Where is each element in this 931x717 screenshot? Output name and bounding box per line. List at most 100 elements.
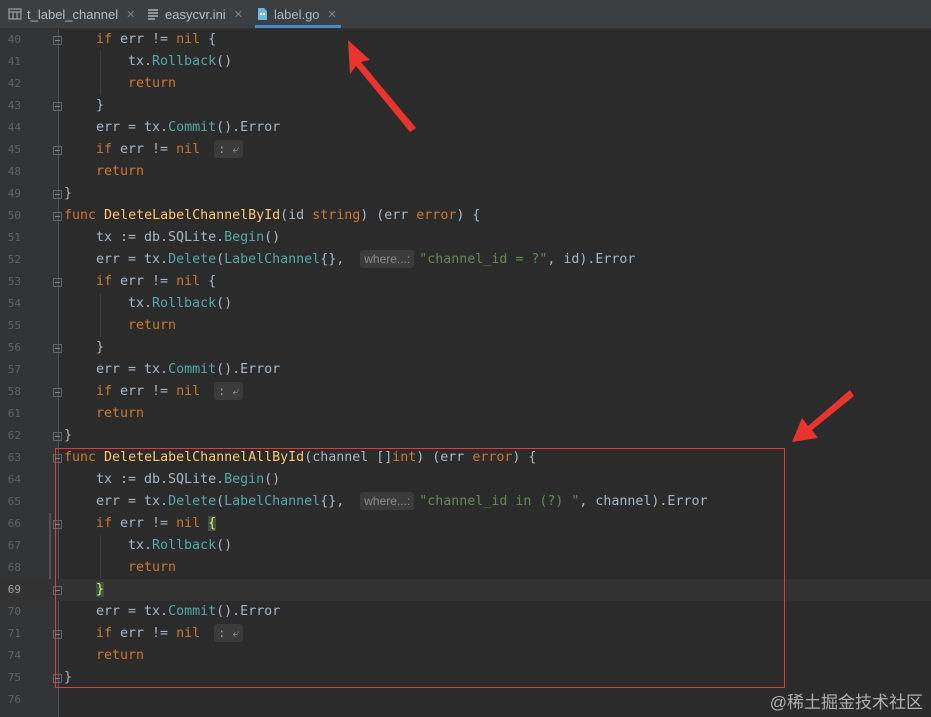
code-line[interactable]: 50 func DeleteLabelChannelById(id string)…	[0, 205, 931, 227]
tab-label: label.go	[274, 6, 320, 22]
fold-toggle-icon[interactable]	[53, 36, 62, 45]
close-icon[interactable]: ✕	[126, 8, 135, 21]
tab-easycvr-ini[interactable]: easycvr.ini ✕	[146, 0, 243, 28]
line-number: 61	[7, 407, 21, 420]
line-number: 48	[7, 165, 21, 178]
code-text: return	[96, 164, 145, 179]
code-line[interactable]: 48 return	[0, 161, 931, 183]
line-number: 42	[7, 77, 21, 90]
fold-toggle-icon[interactable]	[53, 520, 62, 529]
annotation-arrow-icon	[792, 390, 854, 442]
code-text: err = tx.Commit().Error	[96, 120, 281, 135]
line-number: 66	[7, 517, 21, 530]
code-line[interactable]: 57 err = tx.Commit().Error	[0, 359, 931, 381]
table-icon	[8, 7, 22, 21]
line-number: 44	[7, 121, 21, 134]
code-line[interactable]: 55 return	[0, 315, 931, 337]
fold-toggle-icon[interactable]	[53, 102, 62, 111]
code-line[interactable]: 52 err = tx.Delete(LabelChannel{}, where.…	[0, 249, 931, 271]
code-text: }	[64, 186, 73, 201]
code-text: if err != nil : ⤶	[96, 381, 244, 403]
annotation-arrow-icon	[348, 40, 416, 132]
line-number: 50	[7, 209, 21, 222]
annotation-highlight-box	[55, 448, 785, 688]
line-number: 62	[7, 429, 21, 442]
line-number: 74	[7, 649, 21, 662]
line-number: 68	[7, 561, 21, 574]
code-line[interactable]: 41 tx.Rollback()	[0, 51, 931, 73]
line-number: 75	[7, 671, 21, 684]
tab-t-label-channel[interactable]: t_label_channel ✕	[8, 0, 135, 28]
tab-label-go[interactable]: label.go ✕	[255, 0, 341, 28]
code-line[interactable]: 44 err = tx.Commit().Error	[0, 117, 931, 139]
line-number: 52	[7, 253, 21, 266]
code-text: tx := db.SQLite.Begin()	[96, 230, 281, 245]
fold-toggle-icon[interactable]	[53, 344, 62, 353]
code-line[interactable]: 53 if err != nil {	[0, 271, 931, 293]
line-number: 57	[7, 363, 21, 376]
line-number: 55	[7, 319, 21, 332]
vcs-change-marker[interactable]	[49, 513, 51, 579]
code-text: }	[96, 340, 105, 355]
fold-toggle-icon[interactable]	[53, 630, 62, 639]
fold-toggle-icon[interactable]	[53, 212, 62, 221]
code-line[interactable]: 45 if err != nil : ⤶	[0, 139, 931, 161]
indent-guide	[100, 535, 101, 579]
code-text: return	[128, 318, 177, 333]
code-line[interactable]: 42 return	[0, 73, 931, 95]
line-number: 69	[7, 583, 21, 596]
fold-toggle-icon[interactable]	[53, 454, 62, 463]
code-line[interactable]: 54 tx.Rollback()	[0, 293, 931, 315]
code-text: if err != nil {	[96, 274, 217, 289]
code-text: tx.Rollback()	[128, 296, 233, 311]
code-line[interactable]: 49}	[0, 183, 931, 205]
line-number: 54	[7, 297, 21, 310]
fold-toggle-icon[interactable]	[53, 278, 62, 287]
active-tab-indicator	[255, 25, 341, 28]
fold-toggle-icon[interactable]	[53, 146, 62, 155]
code-text: if err != nil : ⤶	[96, 139, 244, 161]
line-number: 76	[7, 693, 21, 706]
line-number: 43	[7, 99, 21, 112]
code-text: tx.Rollback()	[128, 54, 233, 69]
line-number: 58	[7, 385, 21, 398]
ini-file-icon	[146, 7, 160, 21]
fold-toggle-icon[interactable]	[53, 432, 62, 441]
line-number: 45	[7, 143, 21, 156]
code-text: }	[64, 428, 73, 443]
go-file-icon	[255, 7, 269, 21]
code-text: func DeleteLabelChannelById(id string) (…	[64, 208, 481, 223]
code-text: return	[128, 76, 177, 91]
fold-toggle-icon[interactable]	[53, 586, 62, 595]
line-number: 67	[7, 539, 21, 552]
tab-label: t_label_channel	[27, 6, 119, 22]
line-number: 70	[7, 605, 21, 618]
line-number: 51	[7, 231, 21, 244]
indent-guide	[100, 51, 101, 95]
close-icon[interactable]: ✕	[234, 8, 243, 21]
code-text: }	[96, 98, 105, 113]
fold-toggle-icon[interactable]	[53, 674, 62, 683]
editor-tab-bar: t_label_channel ✕ easycvr.ini ✕ label.go…	[0, 0, 931, 29]
line-number: 56	[7, 341, 21, 354]
line-number: 40	[7, 33, 21, 46]
code-text: return	[96, 406, 145, 421]
code-text: err = tx.Delete(LabelChannel{}, where...…	[96, 250, 636, 268]
close-icon[interactable]: ✕	[328, 8, 337, 21]
code-line[interactable]: 51 tx := db.SQLite.Begin()	[0, 227, 931, 249]
code-line[interactable]: 43}	[0, 95, 931, 117]
line-number: 71	[7, 627, 21, 640]
line-number: 41	[7, 55, 21, 68]
watermark: @稀土掘金技术社区	[769, 693, 923, 712]
line-number: 65	[7, 495, 21, 508]
line-number: 63	[7, 451, 21, 464]
code-line[interactable]: 56}	[0, 337, 931, 359]
code-text: err = tx.Commit().Error	[96, 362, 281, 377]
code-text: if err != nil {	[96, 32, 217, 47]
line-number: 49	[7, 187, 21, 200]
tab-label: easycvr.ini	[165, 6, 226, 22]
code-line[interactable]: 40 if err != nil {	[0, 29, 931, 51]
fold-toggle-icon[interactable]	[53, 190, 62, 199]
line-number: 64	[7, 473, 21, 486]
fold-toggle-icon[interactable]	[53, 388, 62, 397]
